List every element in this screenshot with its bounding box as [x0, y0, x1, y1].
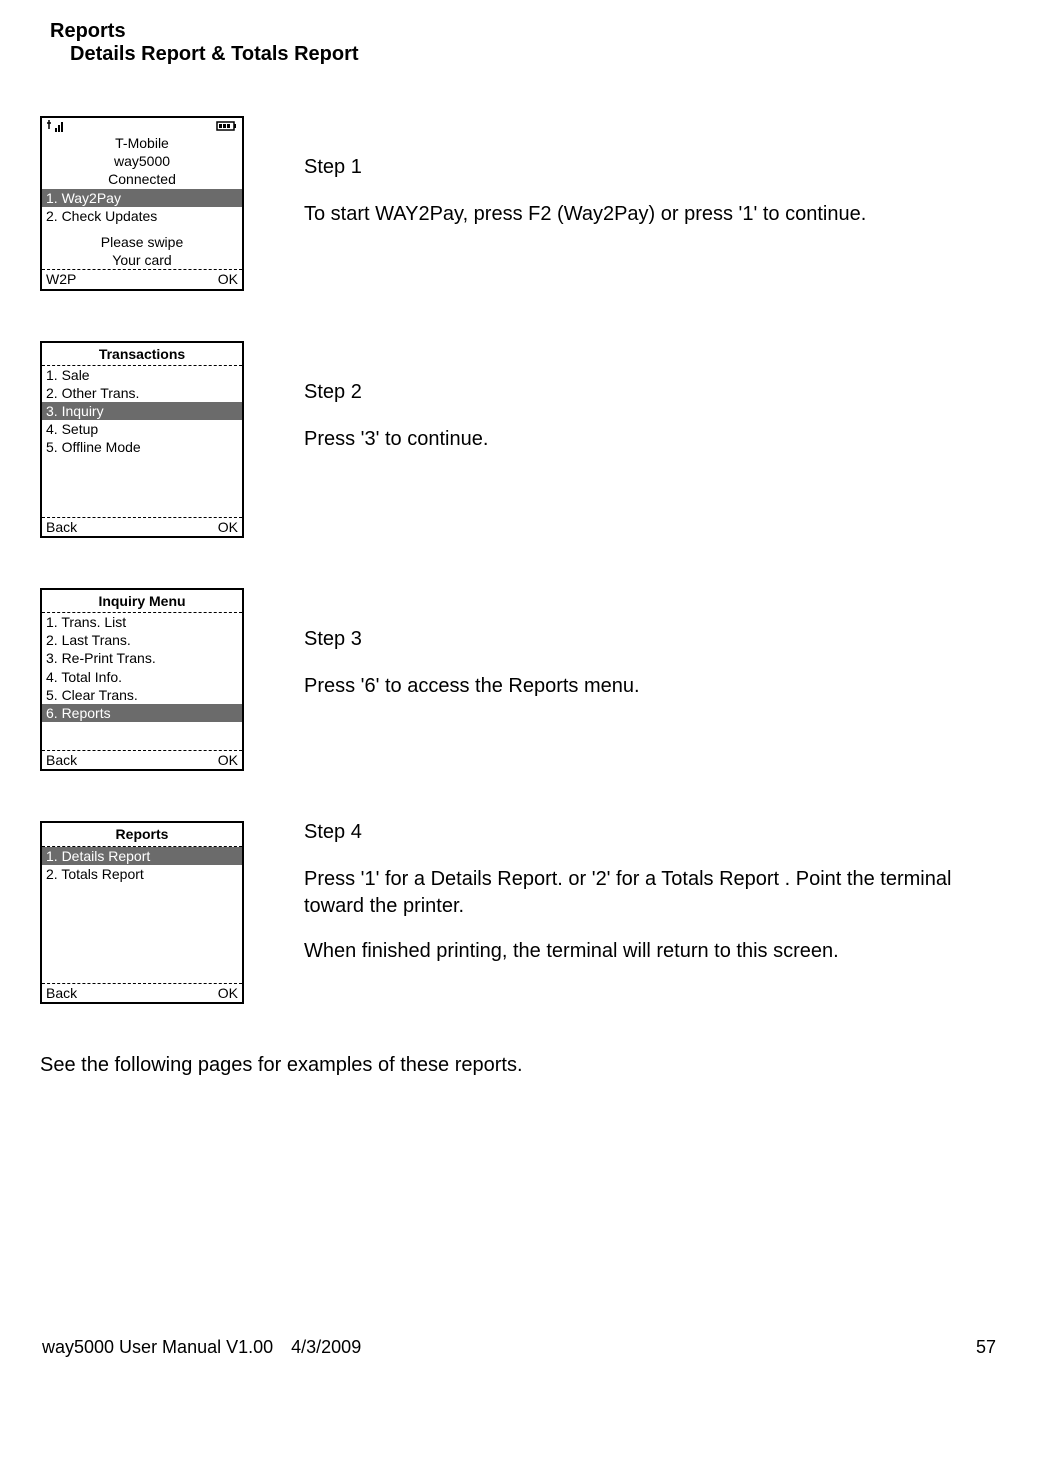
menu-sale[interactable]: 1. Sale	[42, 366, 242, 384]
menu-setup[interactable]: 4. Setup	[42, 420, 242, 438]
step-1-body: To start WAY2Pay, press F2 (Way2Pay) or …	[304, 201, 1000, 228]
step-4-body-2: When finished printing, the terminal wil…	[304, 938, 1000, 965]
menu-offline-mode[interactable]: 5. Offline Mode	[42, 438, 242, 456]
terminal-prompt-line1: Please swipe	[42, 233, 242, 251]
page-subtitle: Details Report & Totals Report	[70, 43, 1000, 66]
step-3-body: Press '6' to access the Reports menu.	[304, 673, 1000, 700]
terminal-screen-2: Transactions 1. Sale 2. Other Trans. 3. …	[40, 341, 244, 538]
footer-page: 57	[976, 1337, 996, 1358]
step-2-body: Press '3' to continue.	[304, 426, 1000, 453]
menu-details-report[interactable]: 1. Details Report	[42, 847, 242, 865]
menu-reports[interactable]: 6. Reports	[42, 704, 242, 722]
terminal-status: Connected	[42, 170, 242, 188]
terminal-screen-3: Inquiry Menu 1. Trans. List 2. Last Tran…	[40, 588, 244, 772]
step-4-body-1: Press '1' for a Details Report. or '2' f…	[304, 866, 1000, 920]
step-3-text: Step 3 Press '6' to access the Reports m…	[304, 588, 1000, 718]
step-3-label: Step 3	[304, 628, 1000, 651]
page-footer: way5000 User Manual V1.00 4/3/2009 57	[40, 1337, 1000, 1358]
footer-manual: way5000 User Manual V1.00	[42, 1337, 273, 1358]
terminal-screen-1: T-Mobile way5000 Connected 1. Way2Pay 2.…	[40, 116, 244, 291]
mid-note: See the following pages for examples of …	[40, 1054, 1000, 1077]
terminal-menu-check-updates[interactable]: 2. Check Updates	[42, 207, 242, 225]
terminal-title: Transactions	[42, 343, 242, 365]
softkey-right[interactable]: OK	[218, 518, 238, 536]
terminal-title: Reports	[42, 823, 242, 845]
menu-inquiry[interactable]: 3. Inquiry	[42, 402, 242, 420]
terminal-statusbar	[42, 118, 242, 134]
menu-clear-trans[interactable]: 5. Clear Trans.	[42, 686, 242, 704]
terminal-softkeys: Back OK	[42, 751, 242, 769]
terminal-softkeys: Back OK	[42, 984, 242, 1002]
softkey-right[interactable]: OK	[218, 751, 238, 769]
step-1-text: Step 1 To start WAY2Pay, press F2 (Way2P…	[304, 116, 1000, 246]
step-2-row: Transactions 1. Sale 2. Other Trans. 3. …	[40, 341, 1000, 538]
signal-icon	[46, 120, 68, 132]
terminal-carrier: T-Mobile	[42, 134, 242, 152]
menu-last-trans[interactable]: 2. Last Trans.	[42, 631, 242, 649]
step-3-row: Inquiry Menu 1. Trans. List 2. Last Tran…	[40, 588, 1000, 772]
battery-icon	[216, 120, 238, 132]
menu-reprint-trans[interactable]: 3. Re-Print Trans.	[42, 649, 242, 667]
softkey-left[interactable]: Back	[46, 984, 77, 1002]
step-1-label: Step 1	[304, 156, 1000, 179]
terminal-prompt-line2: Your card	[42, 251, 242, 269]
menu-trans-list[interactable]: 1. Trans. List	[42, 613, 242, 631]
terminal-device: way5000	[42, 152, 242, 170]
menu-total-info[interactable]: 4. Total Info.	[42, 668, 242, 686]
menu-other-trans[interactable]: 2. Other Trans.	[42, 384, 242, 402]
softkey-left[interactable]: Back	[46, 751, 77, 769]
step-2-text: Step 2 Press '3' to continue.	[304, 341, 1000, 471]
step-1-row: T-Mobile way5000 Connected 1. Way2Pay 2.…	[40, 116, 1000, 291]
step-4-row: Reports 1. Details Report 2. Totals Repo…	[40, 821, 1000, 1004]
terminal-softkeys: Back OK	[42, 518, 242, 536]
softkey-left[interactable]: Back	[46, 518, 77, 536]
step-4-text: Step 4 Press '1' for a Details Report. o…	[304, 821, 1000, 983]
terminal-screen-4: Reports 1. Details Report 2. Totals Repo…	[40, 821, 244, 1004]
terminal-softkeys: W2P OK	[42, 270, 242, 288]
softkey-left[interactable]: W2P	[46, 270, 76, 288]
menu-totals-report[interactable]: 2. Totals Report	[42, 865, 242, 883]
page-title: Reports	[50, 20, 1000, 43]
step-2-label: Step 2	[304, 381, 1000, 404]
step-4-label: Step 4	[304, 821, 1000, 844]
softkey-right[interactable]: OK	[218, 270, 238, 288]
page-header: Reports Details Report & Totals Report	[50, 20, 1000, 66]
terminal-menu-way2pay[interactable]: 1. Way2Pay	[42, 189, 242, 207]
softkey-right[interactable]: OK	[218, 984, 238, 1002]
footer-date: 4/3/2009	[291, 1337, 361, 1358]
terminal-title: Inquiry Menu	[42, 590, 242, 612]
